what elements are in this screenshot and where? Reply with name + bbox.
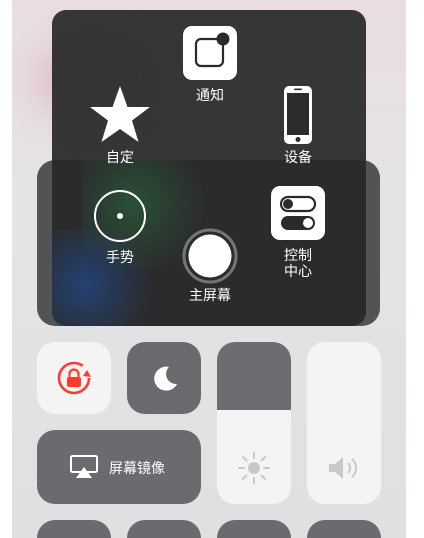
cc-tile-bottom-4[interactable] bbox=[307, 520, 381, 538]
sun-icon bbox=[236, 450, 272, 486]
brightness-slider[interactable] bbox=[217, 342, 291, 504]
rotation-lock-button[interactable] bbox=[37, 342, 111, 414]
menu-item-home[interactable]: 主屏幕 bbox=[176, 228, 244, 304]
menu-item-device[interactable]: 设备 bbox=[276, 84, 320, 166]
iphone-icon bbox=[282, 84, 314, 146]
control-center-icon bbox=[271, 186, 325, 240]
do-not-disturb-button[interactable] bbox=[127, 342, 201, 414]
gesture-icon bbox=[92, 188, 148, 244]
menu-item-control-center-label-line2: 中心 bbox=[284, 264, 312, 280]
brightness-slider-track bbox=[217, 342, 291, 410]
menu-item-custom-label: 自定 bbox=[106, 150, 134, 166]
moon-icon bbox=[149, 362, 181, 394]
menu-item-home-label: 主屏幕 bbox=[189, 288, 231, 304]
menu-item-device-label: 设备 bbox=[284, 150, 312, 166]
cc-tile-bottom-3[interactable] bbox=[217, 520, 291, 538]
star-icon bbox=[88, 84, 152, 146]
menu-item-control-center-label-line1: 控制 bbox=[284, 248, 312, 264]
menu-item-notification-label: 通知 bbox=[196, 88, 224, 104]
menu-item-control-center[interactable]: 控制 中心 bbox=[270, 186, 326, 280]
menu-item-notification[interactable]: 通知 bbox=[181, 26, 239, 104]
screen-mirroring-button[interactable]: 屏幕镜像 bbox=[37, 430, 201, 504]
screen-mirroring-label: 屏幕镜像 bbox=[109, 461, 165, 477]
menu-item-gesture-label: 手势 bbox=[106, 250, 134, 266]
cc-tile-bottom-2[interactable] bbox=[127, 520, 201, 538]
airplay-icon bbox=[69, 454, 99, 480]
notification-icon bbox=[183, 26, 237, 80]
cc-tile-bottom-1[interactable] bbox=[37, 520, 111, 538]
home-button-icon bbox=[182, 228, 238, 284]
assistive-touch-menu: 通知 自定 设备 手势 控制 中心 主屏幕 bbox=[52, 10, 366, 326]
speaker-icon bbox=[324, 452, 364, 484]
rotation-lock-icon bbox=[54, 358, 94, 398]
menu-item-gesture[interactable]: 手势 bbox=[90, 188, 150, 266]
menu-item-custom[interactable]: 自定 bbox=[86, 84, 154, 166]
volume-slider[interactable] bbox=[307, 342, 381, 504]
